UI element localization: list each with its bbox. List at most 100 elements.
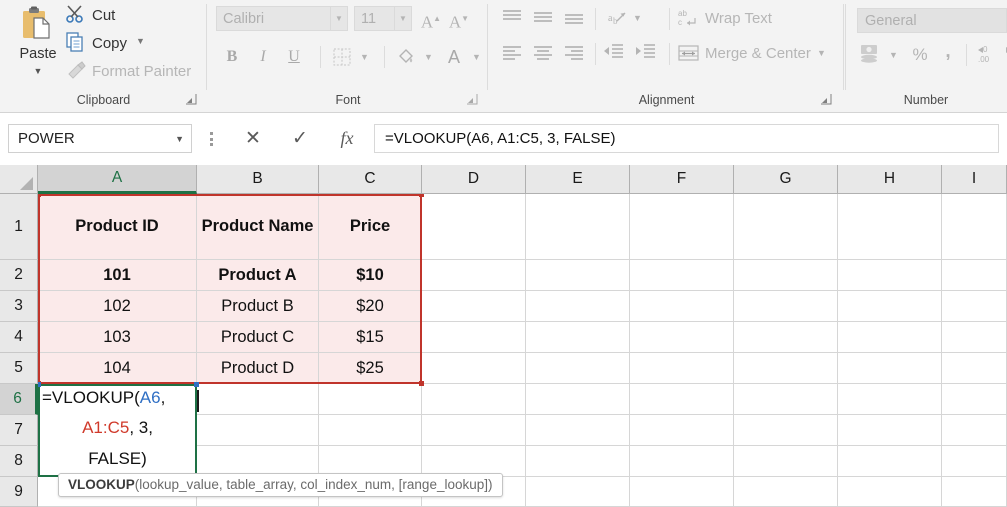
merge-chevron-down-icon[interactable]: ▼ [817,48,826,58]
chevron-down-icon[interactable]: ▼ [394,7,411,30]
chevron-down-icon[interactable]: ▼ [175,134,184,144]
borders-chevron-down-icon[interactable]: ▼ [360,52,369,62]
cell-C6[interactable] [319,384,422,415]
row-header-4[interactable]: 4 [0,322,38,353]
merge-and-center-button[interactable]: Merge & Center [677,40,811,67]
cell-I2[interactable] [942,260,1007,291]
cell-D6[interactable] [422,384,526,415]
bold-button[interactable]: B [218,44,246,70]
active-cell-handle-tr[interactable] [194,382,199,387]
format-painter-button[interactable]: Format Painter [66,58,191,84]
cell-I7[interactable] [942,415,1007,446]
alignment-dialog-launcher[interactable] [820,94,832,106]
cell-C7[interactable] [319,415,422,446]
fill-color-button[interactable] [392,44,420,70]
row-header-7[interactable]: 7 [0,415,38,446]
cell-H1[interactable] [838,194,942,260]
cell-C2[interactable]: $10 [319,260,422,291]
row-header-5[interactable]: 5 [0,353,38,384]
column-header-e[interactable]: E [526,165,630,194]
row-header-2[interactable]: 2 [0,260,38,291]
cell-D1[interactable] [422,194,526,260]
cell-E3[interactable] [526,291,630,322]
cell-E5[interactable] [526,353,630,384]
accounting-chevron-down-icon[interactable]: ▼ [889,50,898,60]
chevron-down-icon[interactable]: ▼ [330,7,347,30]
copy-button[interactable]: Copy [66,30,127,56]
cut-button[interactable]: Cut [66,2,115,28]
cell-B3[interactable]: Product B [197,291,319,322]
cell-F2[interactable] [630,260,734,291]
font-dialog-launcher[interactable] [466,94,478,106]
formula-input[interactable]: =VLOOKUP(A6, A1:C5, 3, FALSE) [374,124,999,153]
cell-D3[interactable] [422,291,526,322]
align-left-button[interactable] [501,42,527,66]
cell-F8[interactable] [630,446,734,477]
cell-G9[interactable] [734,477,838,507]
cell-H9[interactable] [838,477,942,507]
font-name-combobox[interactable]: Calibri ▼ [216,6,348,31]
chevron-down-icon[interactable]: ▼ [8,66,68,76]
cell-D5[interactable] [422,353,526,384]
cell-B5[interactable]: Product D [197,353,319,384]
increase-indent-button[interactable] [633,41,661,67]
increase-font-size-button[interactable]: A▲ [418,7,444,32]
cell-E2[interactable] [526,260,630,291]
number-format-combobox[interactable]: General [857,8,1007,33]
accounting-format-button[interactable] [859,42,885,68]
cell-D2[interactable] [422,260,526,291]
align-middle-button[interactable] [532,7,558,31]
cell-F5[interactable] [630,353,734,384]
cell-I5[interactable] [942,353,1007,384]
column-header-a[interactable]: A [38,165,197,194]
row-header-6[interactable]: 6 [0,384,38,415]
cell-B6[interactable] [197,384,319,415]
cell-D4[interactable] [422,322,526,353]
cell-E4[interactable] [526,322,630,353]
cell-G6[interactable] [734,384,838,415]
orientation-chevron-down-icon[interactable]: ▼ [633,13,642,23]
paste-button[interactable]: Paste ▼ [8,2,68,88]
cell-G4[interactable] [734,322,838,353]
cell-E9[interactable] [526,477,630,507]
cell-H5[interactable] [838,353,942,384]
column-header-h[interactable]: H [838,165,942,194]
cell-F9[interactable] [630,477,734,507]
cell-G7[interactable] [734,415,838,446]
cell-E6[interactable] [526,384,630,415]
active-cell-a6-editor[interactable]: =VLOOKUP(A6, A1:C5, 3, FALSE) [36,382,199,477]
cell-G2[interactable] [734,260,838,291]
cell-A1[interactable]: Product ID [38,194,197,260]
font-color-button[interactable]: A [440,44,468,70]
orientation-button[interactable]: a b [603,6,631,32]
column-header-f[interactable]: F [630,165,734,194]
cell-G8[interactable] [734,446,838,477]
percent-style-button[interactable]: % [907,42,933,68]
decrease-indent-button[interactable] [601,41,629,67]
row-header-8[interactable]: 8 [0,446,38,477]
comma-style-button[interactable]: , [937,42,959,68]
cell-I6[interactable] [942,384,1007,415]
increase-decimal-button[interactable]: 0 .00 [975,44,1001,68]
cell-C3[interactable]: $20 [319,291,422,322]
cell-B1[interactable]: Product Name [197,194,319,260]
cell-D7[interactable] [422,415,526,446]
cell-F7[interactable] [630,415,734,446]
align-bottom-button[interactable] [563,7,589,31]
cell-E1[interactable] [526,194,630,260]
decrease-decimal-button[interactable] [1003,44,1007,68]
align-top-button[interactable] [501,7,527,31]
cell-H4[interactable] [838,322,942,353]
font-color-chevron-down-icon[interactable]: ▼ [472,52,481,62]
cell-F4[interactable] [630,322,734,353]
decrease-font-size-button[interactable]: A▼ [446,7,472,32]
cell-G3[interactable] [734,291,838,322]
cell-H3[interactable] [838,291,942,322]
insert-function-icon[interactable]: fx [327,124,367,153]
cell-H8[interactable] [838,446,942,477]
cell-B2[interactable]: Product A [197,260,319,291]
cell-I8[interactable] [942,446,1007,477]
clipboard-dialog-launcher[interactable] [185,94,197,106]
cell-A4[interactable]: 103 [38,322,197,353]
cell-F1[interactable] [630,194,734,260]
